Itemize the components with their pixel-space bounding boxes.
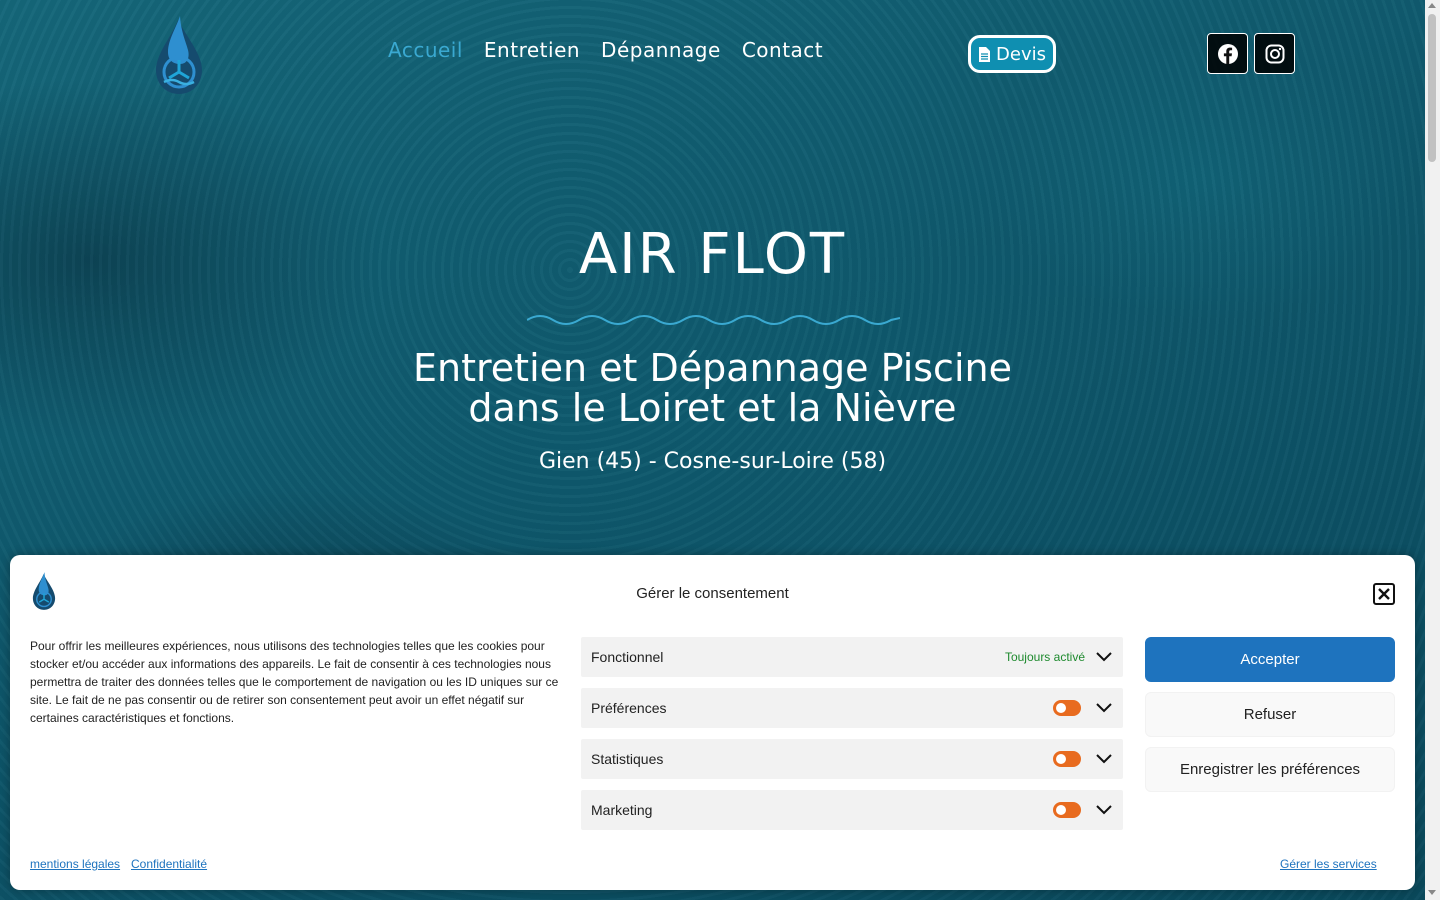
- manage-services-link[interactable]: Gérer les services: [1280, 857, 1377, 871]
- nav-contact[interactable]: Contact: [742, 38, 823, 62]
- statistiques-toggle[interactable]: [1053, 751, 1081, 767]
- wave-divider: [527, 315, 900, 325]
- nav-entretien[interactable]: Entretien: [484, 38, 580, 62]
- chevron-down-icon[interactable]: [1095, 699, 1113, 717]
- close-icon: [1378, 588, 1390, 600]
- facebook-icon: [1217, 43, 1238, 64]
- consent-title: Gérer le consentement: [636, 585, 789, 602]
- consent-description: Pour offrir les meilleures expériences, …: [30, 639, 559, 725]
- accept-button[interactable]: Accepter: [1145, 637, 1395, 682]
- scroll-up-arrow[interactable]: [1428, 3, 1436, 8]
- privacy-link[interactable]: Confidentialité: [131, 857, 207, 871]
- nav-depannage[interactable]: Dépannage: [601, 38, 721, 62]
- preferences-toggle[interactable]: [1053, 700, 1081, 716]
- scroll-thumb[interactable]: [1428, 14, 1436, 162]
- facebook-button[interactable]: [1207, 33, 1248, 74]
- legal-notice-link[interactable]: mentions légales: [30, 857, 120, 871]
- consent-close-button[interactable]: [1373, 583, 1395, 605]
- refuse-button[interactable]: Refuser: [1145, 692, 1395, 737]
- chevron-down-icon[interactable]: [1095, 801, 1113, 819]
- instagram-icon: [1265, 44, 1284, 63]
- instagram-button[interactable]: [1254, 33, 1295, 74]
- devis-label: Devis: [996, 43, 1046, 65]
- always-active-label: Toujours activé: [1004, 650, 1085, 664]
- hero-location: Gien (45) - Cosne-sur-Loire (58): [538, 449, 887, 474]
- category-preferences[interactable]: Préférences: [581, 688, 1123, 728]
- marketing-toggle[interactable]: [1053, 802, 1081, 818]
- hero-title: AIR FLOT: [578, 222, 847, 287]
- consent-banner: Gérer le consentement Pour offrir les me…: [10, 555, 1415, 890]
- chevron-down-icon[interactable]: [1095, 648, 1113, 666]
- hero-subtitle: Entretien et Dépannage Piscine dans le L…: [0, 348, 1425, 428]
- page-scrollbar[interactable]: [1425, 0, 1440, 900]
- category-label: Préférences: [591, 700, 667, 716]
- hero-subtitle-line1: Entretien et Dépannage Piscine: [413, 346, 1012, 390]
- category-label: Marketing: [591, 802, 653, 818]
- document-icon: [979, 46, 991, 62]
- air-flot-logo[interactable]: [150, 14, 208, 96]
- chevron-down-icon[interactable]: [1095, 750, 1113, 768]
- save-preferences-button[interactable]: Enregistrer les préférences: [1145, 747, 1395, 792]
- hero-subtitle-line2: dans le Loiret et la Nièvre: [468, 386, 957, 430]
- category-fonctionnel[interactable]: Fonctionnel Toujours activé: [581, 637, 1123, 677]
- devis-button[interactable]: Devis: [968, 35, 1056, 73]
- main-nav: Accueil Entretien Dépannage Contact: [388, 38, 823, 62]
- category-statistiques[interactable]: Statistiques: [581, 739, 1123, 779]
- category-marketing[interactable]: Marketing: [581, 790, 1123, 830]
- category-label: Fonctionnel: [591, 649, 664, 665]
- nav-accueil[interactable]: Accueil: [388, 38, 463, 62]
- category-label: Statistiques: [591, 751, 664, 767]
- scroll-down-arrow[interactable]: [1428, 890, 1436, 895]
